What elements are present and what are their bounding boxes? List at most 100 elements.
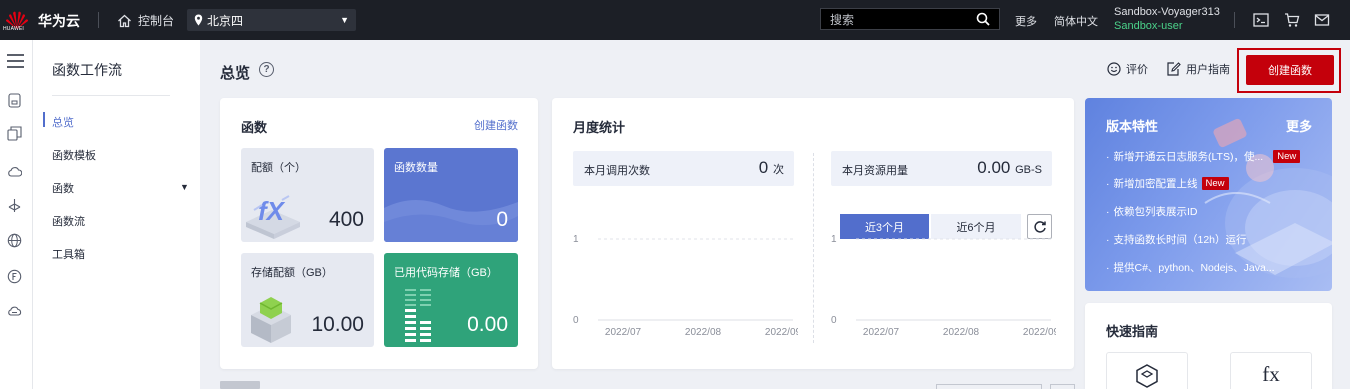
- feature-text: 新增加密配置上线: [1113, 178, 1198, 190]
- home-icon: [118, 14, 131, 27]
- location-pin-icon: [194, 14, 203, 26]
- nav-item-templates[interactable]: 函数模板: [52, 147, 96, 163]
- network-icon[interactable]: [7, 198, 22, 213]
- storage-quota-value: 10.00: [311, 313, 364, 336]
- user-role: Sandbox-user: [1114, 20, 1183, 32]
- functions-card-title: 函数: [241, 120, 268, 135]
- y-tick-label: 1: [573, 234, 579, 245]
- feature-text: 提供C#、python、Nodejs、Java...: [1113, 262, 1275, 274]
- nav-item-overview[interactable]: 总览: [52, 114, 74, 130]
- guide-item-function[interactable]: fx: [1230, 352, 1312, 389]
- feature-item[interactable]: · 依赖包列表展示ID: [1106, 204, 1198, 219]
- nav-title: 函数工作流: [52, 62, 122, 78]
- console-link[interactable]: 控制台: [117, 12, 174, 29]
- top-bar: HUAWEI 华为云 控制台 北京四 ▼ 搜索 更多 简体中文 Sandbox-…: [0, 0, 1350, 40]
- feature-item[interactable]: · 提供C#、python、Nodejs、Java...: [1106, 260, 1275, 275]
- line-chart-svg: 0 1 2022/07 2022/08 2022/09: [831, 234, 1060, 338]
- x-tick-label: 2022/08: [943, 327, 980, 338]
- feature-item[interactable]: · 新增加密配置上线 New: [1106, 176, 1229, 191]
- new-badge: New: [1273, 150, 1301, 163]
- feature-item[interactable]: · 支持函数长时间（12h）运行: [1106, 232, 1247, 247]
- create-function-button[interactable]: 创建函数: [1246, 55, 1334, 85]
- search-placeholder: 搜索: [830, 12, 855, 27]
- logo-wordmark: HUAWEI: [3, 26, 25, 32]
- monthly-calls-unit: 次: [773, 164, 784, 176]
- used-storage-tile: 已用代码存储（GB） 0.00: [384, 253, 518, 347]
- monthly-calls-stat: 本月调用次数 0 次: [573, 151, 794, 186]
- cube-icon: [1136, 364, 1158, 388]
- search-input[interactable]: 搜索: [820, 8, 1000, 30]
- storage-quota-tile: 存储配额（GB） 10.00: [241, 253, 374, 347]
- fx-icon: fx: [1262, 362, 1280, 386]
- divider: [98, 12, 99, 28]
- cloud-icon[interactable]: [7, 164, 22, 179]
- copy-icon[interactable]: [7, 126, 22, 141]
- y-tick-label: 0: [573, 315, 579, 326]
- nav-item-functions[interactable]: 函数: [52, 180, 74, 196]
- menu-icon[interactable]: [7, 54, 24, 68]
- search-icon[interactable]: [976, 12, 990, 26]
- mail-icon[interactable]: [1314, 12, 1330, 28]
- monthly-usage-unit: GB-S: [1015, 164, 1042, 176]
- region-select[interactable]: 北京四 ▼: [187, 9, 356, 31]
- quick-guide-title: 快速指南: [1106, 324, 1159, 339]
- bullet: ·: [1106, 261, 1110, 274]
- monthly-stats-card: 月度统计 近3个月 近6个月 本月调用次数 0 次 本月资源用量 0.00 GB…: [552, 98, 1074, 369]
- x-tick-label: 2022/07: [605, 327, 642, 338]
- help-icon[interactable]: ?: [259, 62, 274, 77]
- feature-text: 依赖包列表展示ID: [1113, 206, 1198, 218]
- monthly-usage-value: 0.00: [977, 158, 1011, 177]
- x-tick-label: 2022/07: [863, 327, 900, 338]
- divider: [52, 95, 170, 96]
- user-guide-label: 用户指南: [1186, 64, 1230, 76]
- terminal-icon[interactable]: [1253, 12, 1269, 28]
- globe-icon[interactable]: [7, 233, 22, 248]
- divider: [813, 153, 814, 343]
- create-function-link[interactable]: 创建函数: [474, 117, 518, 133]
- more-link[interactable]: 更多: [1015, 13, 1037, 29]
- edit-doc-icon: [1167, 62, 1181, 76]
- used-storage-label: 已用代码存储（GB）: [394, 267, 498, 279]
- bullet: ·: [1106, 233, 1110, 246]
- cart-icon[interactable]: [1284, 12, 1300, 28]
- function-fx-illustration: fX: [246, 195, 300, 239]
- function-count-value: 0: [496, 208, 508, 231]
- monthly-usage-readout: 0.00 GB-S: [977, 158, 1042, 178]
- nav-item-workflows[interactable]: 函数流: [52, 213, 85, 229]
- select-partial[interactable]: [936, 384, 1042, 389]
- calls-chart: 0 1 2022/07 2022/08 2022/09: [573, 223, 802, 348]
- quota-label: 配额（个）: [251, 162, 306, 174]
- function-circle-icon[interactable]: [7, 269, 22, 284]
- button-partial[interactable]: [1050, 384, 1075, 389]
- nav-item-toolbox[interactable]: 工具箱: [52, 246, 85, 262]
- caret-down-icon[interactable]: ▼: [180, 182, 189, 192]
- storage-box-illustration: [251, 297, 291, 343]
- bullet: ·: [1106, 150, 1110, 163]
- monthly-calls-label: 本月调用次数: [584, 165, 650, 177]
- cloud-server-icon[interactable]: [7, 304, 22, 319]
- section-heading-partial: [220, 381, 260, 389]
- feedback-link[interactable]: 评价: [1107, 61, 1148, 77]
- user-guide-link[interactable]: 用户指南: [1167, 61, 1230, 77]
- monthly-calls-readout: 0 次: [759, 158, 784, 178]
- y-tick-label: 0: [831, 315, 837, 326]
- user-menu[interactable]: Sandbox-Voyager313 Sandbox-user: [1114, 5, 1220, 33]
- monthly-usage-stat: 本月资源用量 0.00 GB-S: [831, 151, 1052, 186]
- language-switch[interactable]: 简体中文: [1054, 13, 1098, 29]
- page-title: 总览: [220, 65, 251, 82]
- guide-item-create[interactable]: [1106, 352, 1188, 389]
- feature-item[interactable]: · 新增开通云日志服务(LTS)，使... New: [1106, 149, 1301, 164]
- storage-quota-label: 存储配额（GB）: [251, 267, 333, 279]
- storage-bars-decoration: [405, 289, 431, 342]
- active-indicator: [43, 112, 45, 127]
- bullet: ·: [1106, 177, 1110, 190]
- region-label: 北京四: [207, 13, 244, 28]
- function-count-label: 函数数量: [394, 162, 438, 174]
- quick-guide-card: 快速指南 fx: [1085, 303, 1332, 389]
- monthly-stats-title: 月度统计: [573, 120, 626, 135]
- usage-chart: 0 1 2022/07 2022/08 2022/09: [831, 223, 1060, 348]
- features-more-link[interactable]: 更多: [1286, 116, 1312, 135]
- brand-name[interactable]: 华为云: [38, 11, 80, 31]
- storage-icon[interactable]: [7, 93, 22, 108]
- divider: [1234, 12, 1235, 28]
